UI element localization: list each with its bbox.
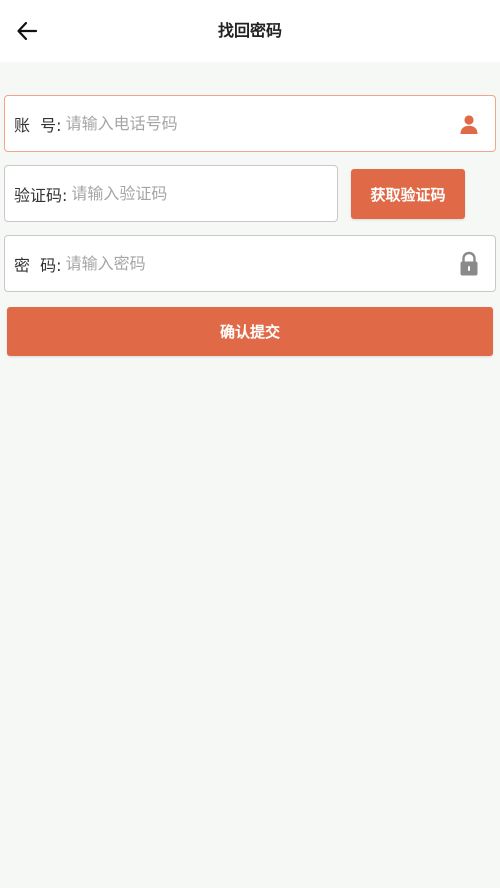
password-label: 密 码: <box>14 255 62 275</box>
code-field[interactable]: 验证码: <box>4 165 338 222</box>
page-title: 找回密码 <box>217 21 282 40</box>
account-input[interactable] <box>61 96 455 151</box>
submit-button[interactable]: 确认提交 <box>7 307 493 356</box>
password-input[interactable] <box>61 236 455 291</box>
lock-icon <box>455 250 483 278</box>
get-code-button[interactable]: 获取验证码 <box>351 169 465 219</box>
user-icon <box>455 110 483 138</box>
code-label: 验证码: <box>14 185 68 205</box>
code-input[interactable] <box>67 166 337 221</box>
password-field[interactable]: 密 码: <box>4 235 496 292</box>
app-header: 找回密码 <box>0 0 500 62</box>
account-label: 账 号: <box>14 115 62 135</box>
account-field[interactable]: 账 号: <box>4 95 496 152</box>
